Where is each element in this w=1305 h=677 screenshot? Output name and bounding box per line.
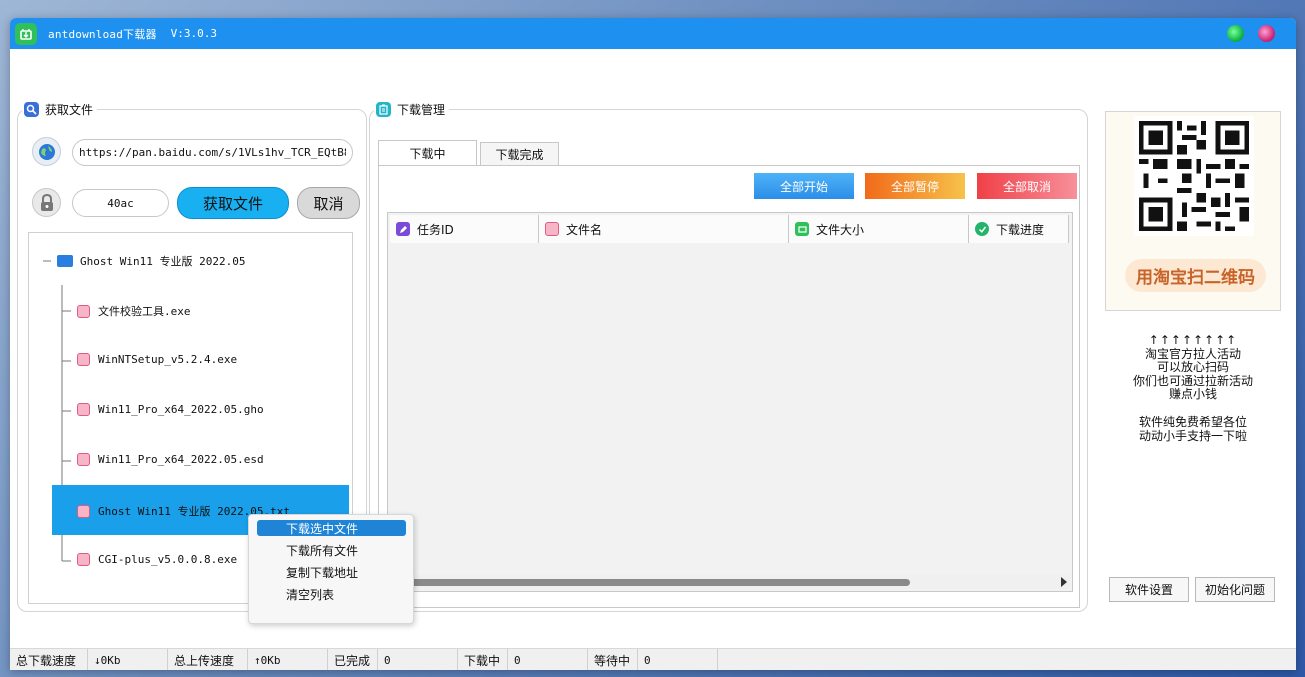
app-version: V:3.0.3 <box>170 27 218 40</box>
task-grid[interactable]: 任务ID 文件名 文件大小 下载进度 <box>387 212 1073 592</box>
tab-completed[interactable]: 下载完成 <box>480 142 559 166</box>
search-icon <box>24 102 39 117</box>
up-arrows: ↑↑↑↑↑↑↑↑ <box>1148 333 1238 347</box>
column-file-name[interactable]: 文件名 <box>539 215 789 243</box>
file-icon <box>77 453 90 466</box>
download-speed-label: 总下载速度 <box>10 649 88 670</box>
tree-item[interactable]: WinNTSetup_v5.2.4.exe <box>77 353 237 366</box>
column-file-size[interactable]: 文件大小 <box>789 215 969 243</box>
tree-item[interactable]: CGI-plus_v5.0.0.8.exe <box>77 553 237 566</box>
minimize-button[interactable] <box>1227 25 1244 42</box>
folder-search-icon <box>57 255 73 267</box>
file-icon <box>77 353 90 366</box>
completed-value: 0 <box>378 649 458 670</box>
download-speed-value: ↓0Kb <box>88 649 168 670</box>
app-window: antdownload下载器 V:3.0.3 获取文件 获取文件 取消 Ghos… <box>10 18 1296 670</box>
column-label: 下载进度 <box>996 222 1045 237</box>
upload-speed-value: ↑0Kb <box>248 649 328 670</box>
support-line: 软件纯免费希望各位 <box>1138 415 1247 429</box>
share-url-input[interactable] <box>72 139 353 166</box>
menu-item-download-selected[interactable]: 下载选中文件 <box>257 520 406 536</box>
support-text: 软件纯免费希望各位 动动小手支持一下啦 <box>1110 415 1276 443</box>
upload-speed-label: 总上传速度 <box>168 649 248 670</box>
edit-icon <box>396 222 410 236</box>
column-progress[interactable]: 下载进度 <box>969 215 1069 243</box>
tab-downloading[interactable]: 下载中 <box>378 140 477 166</box>
tree-item[interactable]: Win11_Pro_x64_2022.05.gho <box>77 403 264 416</box>
qr-caption: 用淘宝扫二维码 <box>1125 259 1266 292</box>
pause-all-button[interactable]: 全部暂停 <box>865 173 965 199</box>
qr-code-panel: 用淘宝扫二维码 <box>1105 111 1281 311</box>
file-icon <box>77 553 90 566</box>
grid-body <box>390 244 1070 576</box>
lock-icon <box>32 188 61 217</box>
tree-item[interactable]: 文件校验工具.exe <box>77 303 191 319</box>
file-icon <box>77 504 90 518</box>
column-label: 任务ID <box>417 222 454 237</box>
cancel-all-button[interactable]: 全部取消 <box>977 173 1077 199</box>
fetch-group-title: 获取文件 <box>22 101 98 118</box>
init-problem-button[interactable]: 初始化问题 <box>1195 577 1275 602</box>
file-icon <box>545 222 559 236</box>
tree-root-label: Ghost Win11 专业版 2022.05 <box>80 255 246 268</box>
menu-item-copy-url[interactable]: 复制下载地址 <box>257 564 406 580</box>
drive-icon <box>795 222 809 236</box>
cancel-fetch-button[interactable]: 取消 <box>297 187 360 219</box>
context-menu: 下载选中文件 下载所有文件 复制下载地址 清空列表 <box>248 514 414 624</box>
tree-root-node[interactable]: Ghost Win11 专业版 2022.05 <box>57 253 245 269</box>
menu-item-clear-list[interactable]: 清空列表 <box>257 586 406 602</box>
extract-code-input[interactable] <box>72 189 169 217</box>
status-bar: 总下载速度 ↓0Kb 总上传速度 ↑0Kb 已完成 0 下载中 0 等待中 0 <box>10 648 1296 670</box>
tree-item-label: WinNTSetup_v5.2.4.exe <box>98 353 238 366</box>
software-settings-button[interactable]: 软件设置 <box>1109 577 1189 602</box>
support-line: 动动小手支持一下啦 <box>1138 428 1247 443</box>
tree-item[interactable]: Win11_Pro_x64_2022.05.esd <box>77 453 264 466</box>
scrollbar-thumb[interactable] <box>398 579 910 586</box>
tree-item-label: Win11_Pro_x64_2022.05.gho <box>98 403 264 416</box>
fetch-group-label: 获取文件 <box>45 103 94 117</box>
globe-icon <box>32 137 61 166</box>
tree-item-label: 文件校验工具.exe <box>98 305 191 318</box>
promo-line: 赚点小钱 <box>1168 387 1217 402</box>
promo-text: ↑↑↑↑↑↑↑↑ 淘宝官方拉人活动 可以放心扫码 你们也可通过拉新活动 赚点小钱 <box>1110 333 1276 402</box>
app-title: antdownload下载器 <box>48 27 157 41</box>
close-button[interactable] <box>1258 25 1275 42</box>
check-icon <box>975 222 989 236</box>
waiting-value: 0 <box>638 649 718 670</box>
scroll-right-arrow-icon[interactable] <box>1061 577 1067 587</box>
title-bar: antdownload下载器 V:3.0.3 <box>10 18 1296 49</box>
promo-line: 可以放心扫码 <box>1156 360 1229 375</box>
fetch-files-button[interactable]: 获取文件 <box>177 187 289 219</box>
tree-item-label: CGI-plus_v5.0.0.8.exe <box>98 553 238 566</box>
menu-item-download-all[interactable]: 下载所有文件 <box>257 542 406 558</box>
download-group-title: 下载管理 <box>374 101 450 118</box>
qr-code-image <box>1134 116 1254 236</box>
file-icon <box>77 304 90 318</box>
downloading-value: 0 <box>508 649 588 670</box>
column-label: 文件大小 <box>816 222 865 237</box>
download-group-label: 下载管理 <box>397 103 446 117</box>
downloading-label: 下载中 <box>458 649 508 670</box>
file-icon <box>77 403 90 416</box>
horizontal-scrollbar[interactable] <box>390 575 1070 589</box>
waiting-label: 等待中 <box>588 649 638 670</box>
downloading-panel: 全部开始 全部暂停 全部取消 任务ID 文件名 文件大小 下载进度 <box>378 165 1080 608</box>
completed-label: 已完成 <box>328 649 378 670</box>
grid-header: 任务ID 文件名 文件大小 下载进度 <box>390 215 1069 243</box>
start-all-button[interactable]: 全部开始 <box>754 173 854 199</box>
clipboard-icon <box>376 102 391 117</box>
app-logo-icon <box>15 22 37 45</box>
column-label: 文件名 <box>566 222 603 237</box>
column-task-id[interactable]: 任务ID <box>390 215 539 243</box>
tree-item-label: Win11_Pro_x64_2022.05.esd <box>98 453 264 466</box>
